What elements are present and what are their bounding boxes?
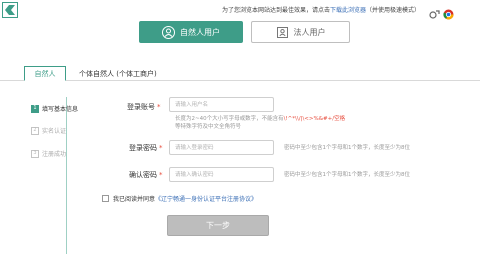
required-mark: *	[159, 171, 163, 179]
password-label: 登录密码 *	[129, 144, 163, 152]
tab-individual-business[interactable]: 个体自然人 (个体工商户)	[79, 69, 157, 79]
tab-divider	[0, 80, 480, 81]
account-hint-special-chars: \!^*\\/|\<>%&#+/空格	[283, 116, 346, 122]
confirm-password-hint: 密码中至少包含1个字母和1个数字，长度至少为8位	[284, 172, 410, 178]
step-label: 注册成功	[42, 151, 67, 158]
steps-divider	[66, 97, 67, 254]
confirm-password-input[interactable]	[169, 167, 274, 182]
download-browser-link[interactable]: 下载此浏览器	[330, 7, 366, 14]
person-icon	[162, 25, 175, 39]
legal-person-label: 法人用户	[293, 27, 326, 37]
step-real-name-auth: 2 实名认证	[31, 126, 66, 135]
browser-tip: 为了您浏览本网站达到最佳效果，请点击下载此浏览器（并使用极速模式）	[222, 7, 421, 14]
agreement-link[interactable]: 《辽宁畅通一身份认证平台注册协议》	[155, 194, 257, 203]
chrome-browser-icon[interactable]	[443, 5, 454, 20]
natural-person-user-button[interactable]: 自然人用户	[139, 21, 243, 43]
password-input[interactable]	[169, 140, 274, 155]
step-basic-info: 1 填写基本信息	[31, 104, 78, 113]
agreement-row: 我已阅读并同意 《辽宁畅通一身份认证平台注册协议》	[102, 194, 257, 203]
agreement-text: 我已阅读并同意	[113, 196, 156, 203]
tab-natural-person[interactable]: 自然人	[24, 66, 66, 81]
agreement-checkbox[interactable]	[102, 195, 109, 202]
account-hint: 长度为2~40个大小写字母或数字，不能含有\!^*\\/|\<>%&#+/空格	[175, 116, 346, 122]
step-number: 1	[31, 104, 39, 113]
password-hint: 密码中至少包含1个字母和1个数字，长度至少为8位	[284, 145, 410, 151]
account-hint-line2: 等特殊字符及中文全角符号	[175, 124, 242, 130]
account-label: 登录账号 *	[127, 103, 161, 111]
id-card-icon	[276, 26, 289, 39]
next-step-button[interactable]: 下一步	[167, 215, 269, 236]
required-mark: *	[159, 144, 163, 152]
browser-tool-icon[interactable]	[429, 5, 440, 19]
confirm-password-label: 确认密码 *	[129, 171, 163, 179]
natural-person-label: 自然人用户	[180, 27, 220, 37]
site-logo-icon	[2, 2, 18, 18]
step-label: 填写基本信息	[42, 106, 79, 113]
legal-person-user-button[interactable]: 法人用户	[251, 21, 350, 43]
step-number: 3	[31, 149, 39, 158]
step-label: 实名认证	[42, 128, 67, 135]
account-input[interactable]	[169, 97, 274, 112]
required-mark: *	[157, 103, 161, 111]
step-registration-success: 3 注册成功	[31, 149, 66, 158]
step-number: 2	[31, 126, 39, 135]
